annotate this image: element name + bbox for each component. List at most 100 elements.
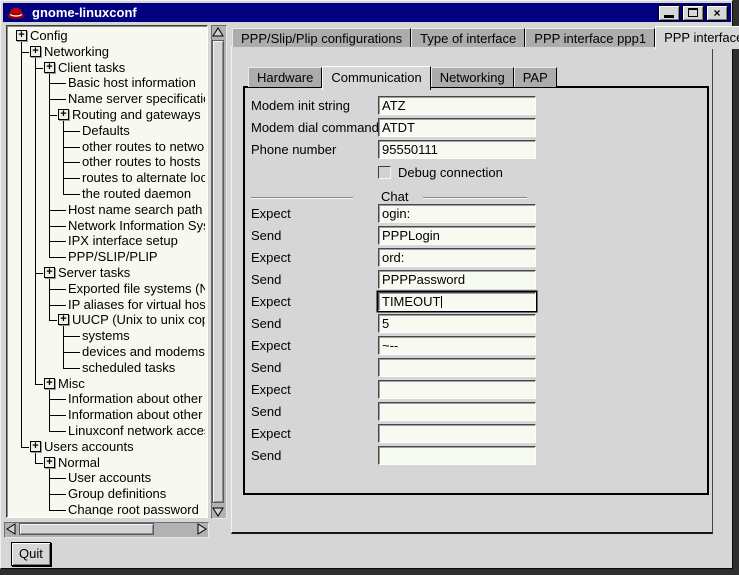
window-controls: ×: [658, 5, 728, 21]
tree-branch-line: [49, 478, 66, 479]
tree-branch-line: [35, 463, 43, 464]
horizontal-scrollbar-thumb[interactable]: [19, 523, 154, 535]
tab-ppp-interface-ppp1[interactable]: PPP interface ppp1: [525, 28, 655, 47]
tree-expander-icon[interactable]: +: [44, 378, 55, 389]
tab-ppp-interface-ppp1[interactable]: PPP interface ppp1: [655, 26, 739, 49]
send-input[interactable]: 5: [378, 314, 536, 333]
vertical-scrollbar-thumb[interactable]: [212, 40, 224, 503]
field-label: Expect: [251, 426, 291, 441]
tree-expander-icon[interactable]: +: [58, 109, 69, 120]
tree-expander-icon[interactable]: +: [44, 267, 55, 278]
tree-item-change-root-password[interactable]: Change root password: [68, 502, 199, 515]
close-button[interactable]: ×: [706, 5, 728, 21]
send-input[interactable]: PPPPassword: [378, 270, 536, 289]
form-row: SendPPPLogin: [245, 226, 707, 247]
field-label: Expect: [251, 206, 291, 221]
form-row: Modem dial commandATDT: [245, 118, 707, 139]
tree-vertical-scrollbar[interactable]: [211, 25, 227, 519]
tree-item-the-routed-daemon[interactable]: the routed daemon: [82, 186, 191, 202]
tree-expander-icon[interactable]: +: [44, 457, 55, 468]
expect-input[interactable]: ord:: [378, 248, 536, 267]
tree-item-group-definitions[interactable]: Group definitions: [68, 486, 166, 502]
tree-item-ppp-slip-plip[interactable]: PPP/SLIP/PLIP: [68, 249, 158, 265]
tree-branch-line: [35, 68, 43, 69]
tree-item-networking[interactable]: Networking: [44, 44, 109, 60]
tree-item-routing-and-gateways[interactable]: Routing and gateways: [72, 107, 201, 123]
maximize-button[interactable]: [682, 5, 704, 21]
expect-input[interactable]: ogin:: [378, 204, 536, 223]
tree-item-normal[interactable]: Normal: [58, 455, 100, 471]
tree-item-devices-and-modems[interactable]: devices and modems: [82, 344, 205, 360]
modem-init-string-input[interactable]: ATZ: [378, 96, 536, 115]
tree-item-linuxconf-network-access[interactable]: Linuxconf network access: [68, 423, 205, 439]
form-row: SendPPPPassword: [245, 270, 707, 291]
form-row: Send: [245, 446, 707, 467]
minimize-button[interactable]: [658, 5, 680, 21]
tree-item-client-tasks[interactable]: Client tasks: [58, 60, 125, 76]
subtab-networking[interactable]: Networking: [431, 67, 514, 87]
tree-item-other-routes-to-networks[interactable]: other routes to networks: [82, 139, 205, 155]
tab-ppp-slip-plip-configurations[interactable]: PPP/Slip/Plip configurations: [232, 28, 411, 47]
tree-item-network-information-system[interactable]: Network Information System: [68, 218, 205, 234]
tree-item-host-name-search-path[interactable]: Host name search path: [68, 202, 202, 218]
debug-connection-checkbox[interactable]: [378, 166, 391, 179]
tree-item-routes-to-alternate-local-ne[interactable]: routes to alternate local ne: [82, 170, 205, 186]
tree-expander-icon[interactable]: +: [16, 30, 27, 41]
tree-expander-icon[interactable]: +: [30, 46, 41, 57]
tree-horizontal-scrollbar[interactable]: [4, 522, 209, 538]
tree-item-systems[interactable]: systems: [82, 328, 130, 344]
tree-branch-line: [63, 194, 80, 195]
scroll-down-icon[interactable]: [211, 505, 225, 519]
quit-button[interactable]: Quit: [11, 542, 51, 566]
subtab-pap[interactable]: PAP: [514, 67, 557, 87]
tree-item-basic-host-information[interactable]: Basic host information: [68, 75, 196, 91]
phone-number-input[interactable]: 95550111: [378, 140, 536, 159]
expect-input[interactable]: [378, 424, 536, 443]
tree-item-defaults[interactable]: Defaults: [82, 123, 130, 139]
expect-input[interactable]: ~--: [378, 336, 536, 355]
send-input[interactable]: [378, 402, 536, 421]
tree-item-uucp-unix-to-unix-copy[interactable]: UUCP (Unix to unix copy): [72, 312, 205, 328]
send-input[interactable]: PPPLogin: [378, 226, 536, 245]
expect-input[interactable]: TIMEOUT: [378, 292, 536, 311]
modem-dial-command-input[interactable]: ATDT: [378, 118, 536, 137]
tab-type-of-interface[interactable]: Type of interface: [411, 28, 525, 47]
separator-line: [423, 197, 527, 199]
tree-branch-line: [63, 368, 80, 369]
tree-item-information-about-other-host[interactable]: Information about other host: [68, 391, 205, 407]
tree-branch-line: [35, 453, 36, 463]
field-label: Send: [251, 360, 281, 375]
tree-branch-line: [63, 336, 80, 337]
tree-expander-icon[interactable]: +: [58, 314, 69, 325]
field-label: Send: [251, 448, 281, 463]
tree-expander-icon[interactable]: +: [30, 441, 41, 452]
tree-item-scheduled-tasks[interactable]: scheduled tasks: [82, 360, 175, 376]
tree-item-ip-aliases-for-virtual-hosts[interactable]: IP aliases for virtual hosts: [68, 297, 205, 313]
tree-branch-line: [49, 431, 66, 432]
tree-branch-line: [21, 52, 29, 53]
scroll-right-icon[interactable]: [195, 522, 209, 536]
redhat-logo-icon: [7, 6, 25, 20]
send-input[interactable]: [378, 446, 536, 465]
tree-item-name-server-specification[interactable]: Name server specification (: [68, 91, 205, 107]
scroll-up-icon[interactable]: [211, 25, 225, 39]
tree-item-config[interactable]: Config: [30, 28, 68, 44]
tree-item-server-tasks[interactable]: Server tasks: [58, 265, 130, 281]
tree-expander-icon[interactable]: +: [44, 62, 55, 73]
subtab-hardware[interactable]: Hardware: [248, 67, 322, 87]
tree-item-misc[interactable]: Misc: [58, 376, 85, 392]
send-input[interactable]: [378, 358, 536, 377]
tree-item-other-routes-to-hosts[interactable]: other routes to hosts: [82, 154, 201, 170]
expect-input[interactable]: [378, 380, 536, 399]
form-row: Expect: [245, 424, 707, 445]
subtab-communication[interactable]: Communication: [322, 66, 430, 90]
tree-item-ipx-interface-setup[interactable]: IPX interface setup: [68, 233, 178, 249]
tree-item-exported-file-systems-nfs[interactable]: Exported file systems (NFS): [68, 281, 205, 297]
tree-branch-line: [49, 241, 66, 242]
scroll-left-icon[interactable]: [4, 522, 18, 536]
tree-item-user-accounts[interactable]: User accounts: [68, 470, 151, 486]
tree-branch-line: [49, 494, 66, 495]
tree-item-users-accounts[interactable]: Users accounts: [44, 439, 134, 455]
tree-item-information-about-other-netw[interactable]: Information about other netw: [68, 407, 205, 423]
main-window: gnome-linuxconf × +Config+Networking+Cli…: [0, 0, 733, 569]
